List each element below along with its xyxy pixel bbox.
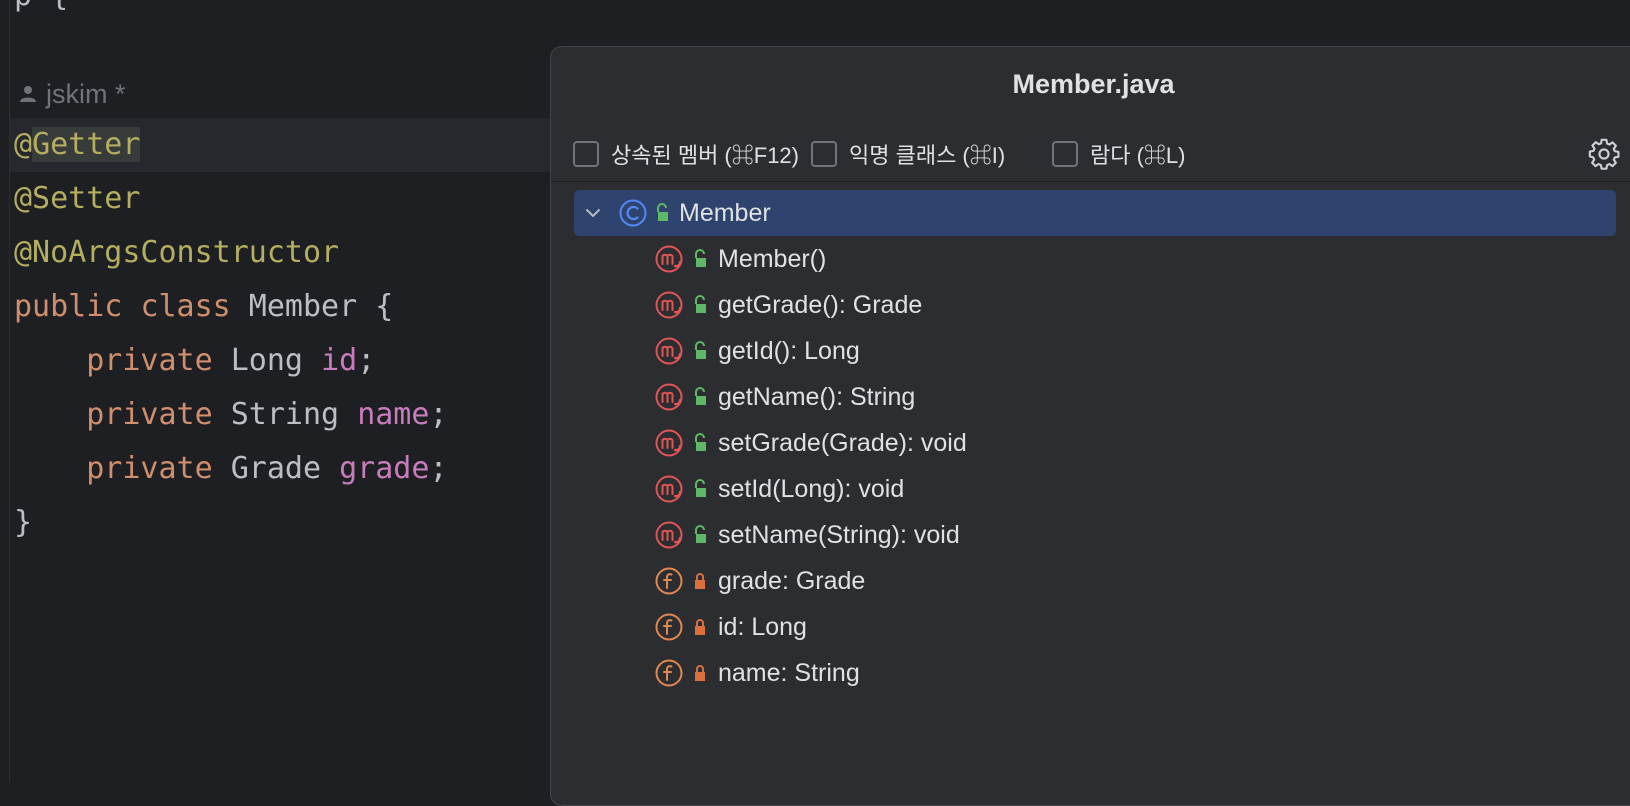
- code-token: ;: [357, 343, 376, 378]
- code-token: grade: [339, 451, 430, 486]
- option-label: 익명 클래스 (⌘I): [849, 143, 1006, 168]
- tree-node-field[interactable]: id: Long: [574, 604, 1616, 650]
- clipped-code-line: p {: [14, 0, 68, 13]
- tree-node-label: id: Long: [718, 612, 807, 641]
- file-structure-popup: Member.java 상속된 멤버 (⌘F12) 익명 클래스 (⌘I) 람다…: [550, 46, 1630, 806]
- public-unlocked-icon: [695, 295, 706, 313]
- public-unlocked-icon: [695, 433, 706, 451]
- method-icon: [655, 337, 683, 365]
- code-token: ;: [429, 451, 448, 486]
- method-icon: [655, 521, 683, 549]
- code-line[interactable]: @Setter: [14, 172, 140, 226]
- code-line[interactable]: private Long id;: [14, 334, 375, 388]
- tree-node-field[interactable]: grade: Grade: [574, 558, 1616, 604]
- anonymous-classes-checkbox[interactable]: 익명 클래스 (⌘I): [811, 135, 1005, 173]
- code-token: private: [86, 343, 213, 378]
- code-line[interactable]: }: [14, 496, 32, 550]
- method-icon: [655, 383, 683, 411]
- method-icon: [655, 291, 683, 319]
- gear-icon[interactable]: [1587, 137, 1621, 171]
- code-token: @: [14, 127, 33, 162]
- lambdas-checkbox[interactable]: 람다 (⌘L): [1052, 135, 1185, 173]
- tree-node-label: grade: Grade: [718, 566, 866, 595]
- code-token: @Setter: [14, 181, 141, 216]
- public-unlocked-icon: [695, 249, 706, 267]
- public-unlocked-icon: [695, 479, 706, 497]
- author-name: jskim *: [46, 78, 126, 109]
- person-icon: [20, 86, 36, 102]
- code-token: Getter: [32, 127, 141, 162]
- code-token: name: [357, 397, 430, 432]
- code-token: public: [14, 289, 123, 324]
- code-token: @NoArgsConstructor: [14, 235, 340, 270]
- method-icon: [655, 429, 683, 457]
- inherited-members-checkbox[interactable]: 상속된 멤버 (⌘F12): [573, 135, 799, 173]
- code-token: Grade: [212, 451, 340, 486]
- private-lock-icon: [695, 619, 705, 635]
- field-icon: [655, 613, 683, 641]
- tree-node-label: name: String: [718, 658, 860, 687]
- tree-node-label: getId(): Long: [718, 336, 860, 365]
- checkbox-box[interactable]: [1052, 141, 1078, 167]
- code-token: String: [212, 397, 358, 432]
- tree-node-method[interactable]: setName(String): void: [574, 512, 1616, 558]
- code-token: id: [321, 343, 358, 378]
- option-label: 람다 (⌘L): [1090, 143, 1186, 168]
- tree-node-label: getName(): String: [718, 382, 916, 411]
- tree-node-member-class[interactable]: Member: [574, 190, 1616, 236]
- code-author-hint[interactable]: jskim *: [18, 76, 126, 112]
- code-token: }: [14, 505, 33, 540]
- code-line[interactable]: @NoArgsConstructor: [14, 226, 339, 280]
- tree-node-method[interactable]: getName(): String: [574, 374, 1616, 420]
- private-lock-icon: [695, 573, 705, 589]
- option-label: 상속된 멤버 (⌘F12): [611, 143, 799, 168]
- field-icon: [655, 659, 683, 687]
- checkbox-box[interactable]: [573, 141, 599, 167]
- tree-node-method[interactable]: getId(): Long: [574, 328, 1616, 374]
- options-divider: [551, 181, 1630, 182]
- private-lock-icon: [695, 665, 705, 681]
- code-line[interactable]: private Grade grade;: [14, 442, 448, 496]
- chevron-down-icon[interactable]: [578, 198, 608, 228]
- method-icon: [655, 475, 683, 503]
- public-unlocked-icon: [695, 341, 706, 359]
- code-line[interactable]: public class Member {: [14, 280, 393, 334]
- tree-node-label: setName(String): void: [718, 520, 960, 549]
- public-unlocked-icon: [695, 525, 706, 543]
- code-token: ;: [429, 397, 448, 432]
- tree-node-method[interactable]: setId(Long): void: [574, 466, 1616, 512]
- checkbox-box[interactable]: [811, 141, 837, 167]
- code-line[interactable]: @Getter: [14, 118, 141, 172]
- method-icon: [655, 245, 683, 273]
- tree-node-method[interactable]: setGrade(Grade): void: [574, 420, 1616, 466]
- structure-options-bar: 상속된 멤버 (⌘F12) 익명 클래스 (⌘I) 람다 (⌘L): [551, 135, 1630, 173]
- public-unlocked-icon: [695, 387, 706, 405]
- code-token: class: [140, 289, 231, 324]
- tree-node-field[interactable]: name: String: [574, 650, 1616, 696]
- popup-title: Member.java: [1012, 69, 1175, 99]
- tree-node-label: Member: [679, 198, 771, 227]
- class-icon: [619, 199, 647, 227]
- public-unlocked-icon: [657, 203, 668, 221]
- code-token: private: [86, 451, 213, 486]
- field-icon: [655, 567, 683, 595]
- tree-node-label: setGrade(Grade): void: [718, 428, 967, 457]
- tree-node-label: getGrade(): Grade: [718, 290, 923, 319]
- code-token: private: [86, 397, 213, 432]
- tree-node-label: setId(Long): void: [718, 474, 905, 503]
- code-token: Member {: [230, 289, 394, 324]
- tree-node-method[interactable]: getGrade(): Grade: [574, 282, 1616, 328]
- tree-node-method[interactable]: Member(): [574, 236, 1616, 282]
- code-line[interactable]: private String name;: [14, 388, 448, 442]
- tree-node-label: Member(): [718, 244, 827, 273]
- code-token: Long: [212, 343, 322, 378]
